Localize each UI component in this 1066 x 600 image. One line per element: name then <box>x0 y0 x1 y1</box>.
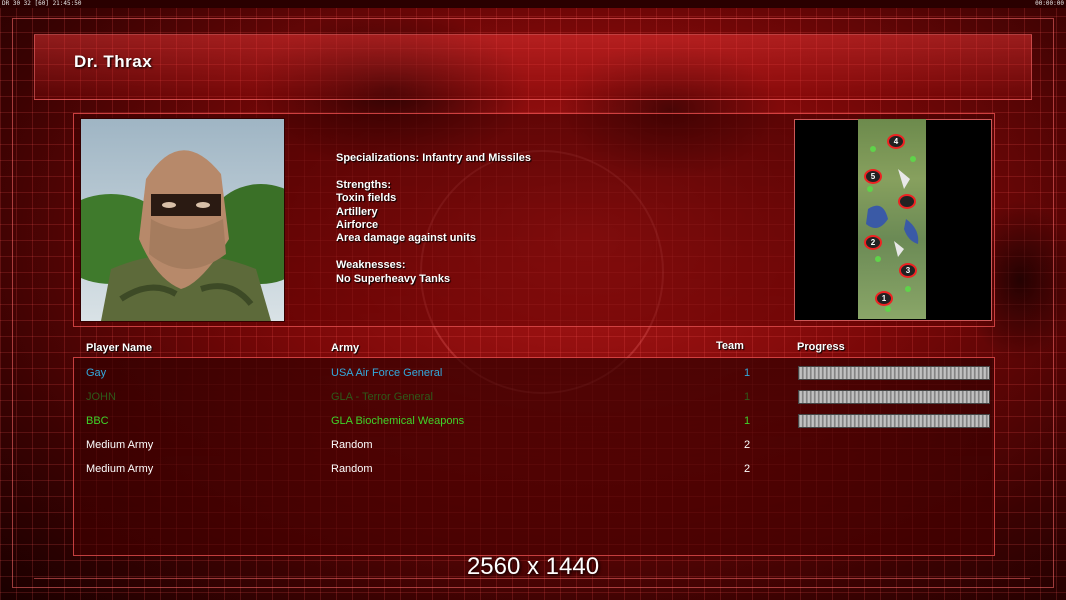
player-team: 1 <box>744 367 751 379</box>
load-progress-bar <box>798 366 990 380</box>
column-header-player: Player Name <box>86 342 153 354</box>
column-header-progress: Progress <box>797 341 845 353</box>
load-progress-bar <box>798 414 990 428</box>
player-army: Random <box>331 439 373 451</box>
player-army: GLA - Terror General <box>331 391 433 403</box>
start-position-marker[interactable]: 5 <box>864 169 882 184</box>
start-position-marker[interactable] <box>898 194 916 209</box>
start-position-marker[interactable]: 4 <box>887 134 905 149</box>
title-panel <box>34 34 1032 100</box>
player-name: Medium Army <box>86 463 154 475</box>
player-row: Medium Army Random 2 <box>0 463 1066 483</box>
player-team: 2 <box>744 439 751 451</box>
column-header-team: Team <box>716 340 744 352</box>
player-name-title: Dr. Thrax <box>74 52 153 71</box>
status-bar-left: DR 30 32 [60] 21:45:50 <box>2 0 82 7</box>
player-name: BBC <box>86 415 109 427</box>
start-position-marker[interactable]: 3 <box>899 263 917 278</box>
resolution-overlay: 2560 x 1440 <box>466 553 600 580</box>
player-name: Medium Army <box>86 439 154 451</box>
game-timer: 00:00:00 <box>1035 0 1064 7</box>
player-team: 1 <box>744 415 751 427</box>
player-name: JOHN <box>86 391 116 403</box>
player-name: Gay <box>86 367 107 379</box>
status-bar: DR 30 32 [60] 21:45:50 00:00:00 <box>0 0 1066 8</box>
column-header-army: Army <box>331 342 360 354</box>
player-team: 1 <box>744 391 751 403</box>
player-army: GLA Biochemical Weapons <box>331 415 465 427</box>
player-army: Random <box>331 463 373 475</box>
minimap[interactable]: 4 5 2 3 1 <box>858 119 926 319</box>
player-team: 2 <box>744 463 751 475</box>
general-portrait <box>80 118 285 322</box>
player-army: USA Air Force General <box>331 367 443 379</box>
start-position-marker[interactable]: 1 <box>875 291 893 306</box>
bottom-frame <box>34 578 1030 583</box>
player-row: Medium Army Random 2 <box>0 439 1066 459</box>
start-position-marker[interactable]: 2 <box>864 235 882 250</box>
general-description: Specializations: Infantry and Missiles S… <box>336 152 531 285</box>
load-progress-bar <box>798 390 990 404</box>
